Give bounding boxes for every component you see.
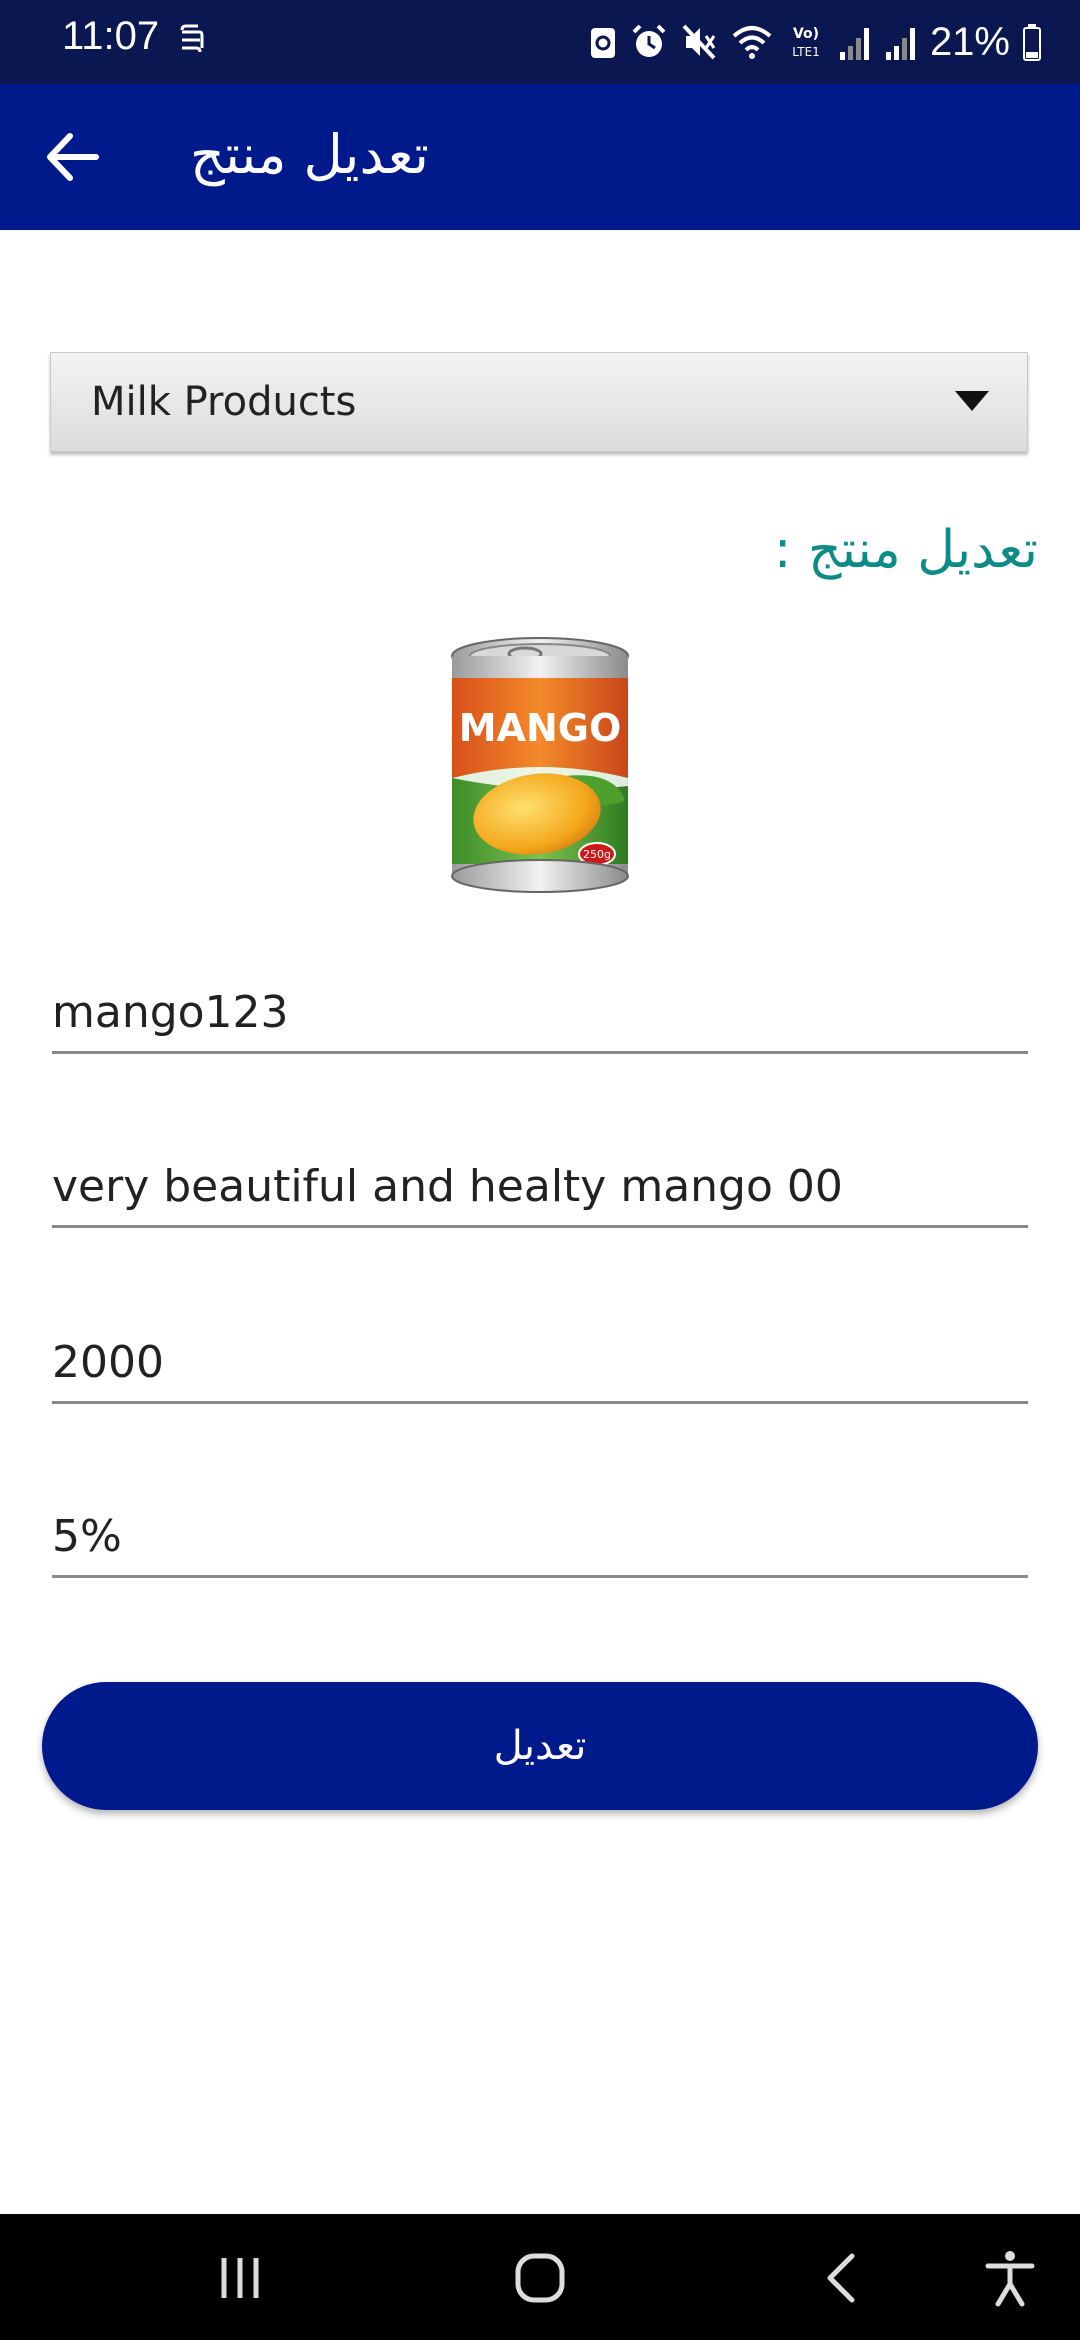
svg-text:Vo): Vo) <box>793 26 819 42</box>
name-field <box>52 976 1028 1054</box>
product-image[interactable]: MANGO 250g <box>445 636 635 898</box>
sync-icon <box>180 24 204 53</box>
status-bar: 11:07 Vo) LTE1 21% <box>0 0 1080 84</box>
status-time: 11:07 <box>62 14 160 58</box>
dropdown-arrow-icon <box>955 391 989 411</box>
alarm-icon <box>632 24 666 57</box>
home-icon[interactable] <box>510 2248 570 2308</box>
page-title: تعديل منتج <box>190 123 429 186</box>
price-input[interactable] <box>52 1326 1028 1398</box>
mute-icon <box>682 24 716 60</box>
battery-icon <box>1023 24 1041 61</box>
edit-submit-label: تعديل <box>493 1723 587 1769</box>
can-brand-text: MANGO <box>459 706 622 750</box>
wifi-icon <box>732 26 772 59</box>
discount-field <box>52 1500 1028 1578</box>
system-nav-bar <box>0 2214 1080 2340</box>
battery-percent: 21% <box>929 19 1010 64</box>
discount-input[interactable] <box>52 1500 1028 1572</box>
status-icons: Vo) LTE1 21% <box>588 16 1042 68</box>
signal-2-icon <box>885 28 915 60</box>
back-arrow-icon[interactable] <box>40 124 106 190</box>
accessibility-icon[interactable] <box>980 2248 1040 2308</box>
description-input[interactable] <box>52 1150 1028 1222</box>
svg-text:LTE1: LTE1 <box>792 45 820 59</box>
signal-1-icon <box>839 28 869 60</box>
category-selected: Milk Products <box>91 379 357 425</box>
price-field <box>52 1326 1028 1404</box>
back-nav-icon[interactable] <box>812 2248 872 2308</box>
recent-apps-icon[interactable] <box>210 2248 270 2308</box>
volte-icon: Vo) LTE1 <box>792 26 820 59</box>
edit-submit-button[interactable]: تعديل <box>42 1682 1038 1810</box>
can-weight-text: 250g <box>583 848 611 861</box>
name-input[interactable] <box>52 976 1028 1048</box>
section-label: تعديل منتج : <box>773 520 1038 580</box>
recycle-icon <box>590 28 615 58</box>
description-field <box>52 1150 1028 1228</box>
app-bar: تعديل منتج <box>0 84 1080 230</box>
category-dropdown[interactable]: Milk Products <box>50 352 1028 452</box>
